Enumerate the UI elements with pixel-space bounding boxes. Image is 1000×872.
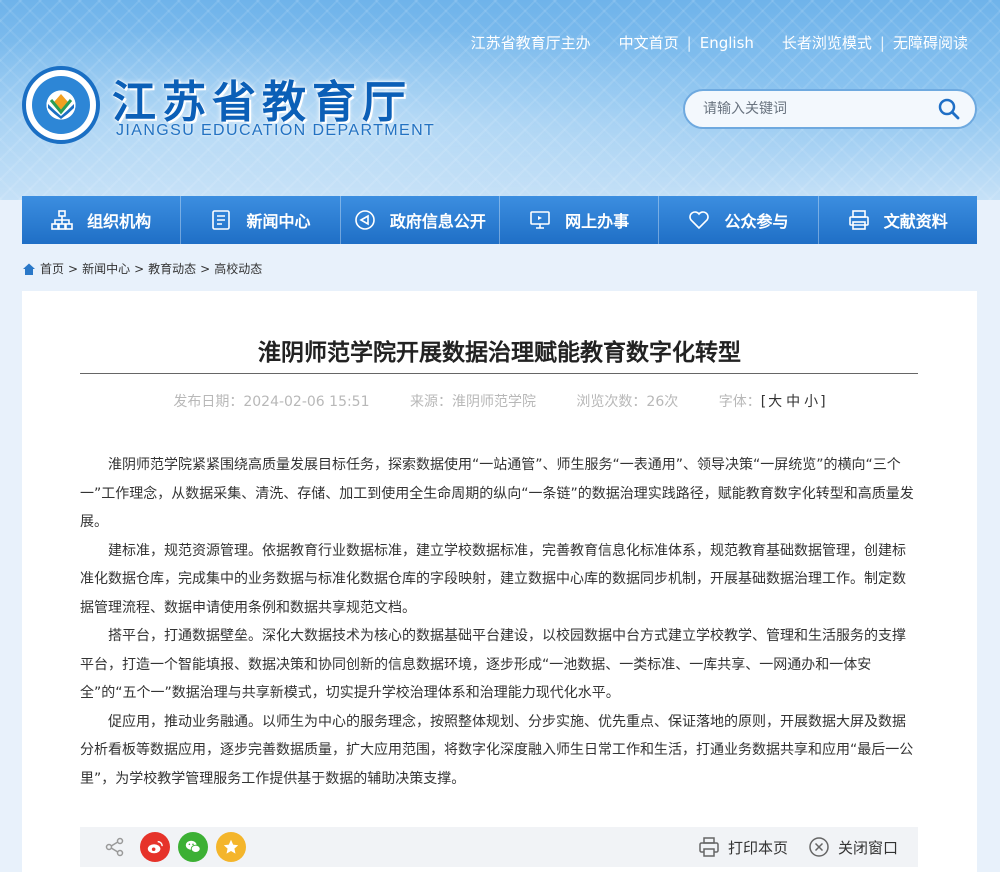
publish-date: 发布日期：2024-02-06 15:51 [173,394,374,410]
article-paragraph: 搭平台，打通数据壁垒。深化大数据技术为核心的数据基础平台建设，以校园数据中台方式… [80,628,906,701]
divider: | [879,33,885,52]
org-chart-icon [51,210,73,230]
heart-icon [689,211,710,230]
font-size-switcher: 字体：[大中小] [718,394,826,410]
home-cn-link[interactable]: 中文首页 [619,32,679,53]
main-nav: 组织机构 新闻中心 政府信息公开 网上办事 公众参与 文献资料 [22,196,977,244]
home-icon [23,263,35,275]
elder-mode-link[interactable]: 长者浏览模式 [782,32,872,53]
print-label: 打印本页 [727,838,788,857]
close-icon [809,837,829,857]
qzone-share-button[interactable] [216,832,246,862]
views-value: 26次 [646,394,679,410]
nav-item-gov-info[interactable]: 政府信息公开 [341,196,500,244]
speaker-icon [355,210,375,230]
nav-label: 组织机构 [87,212,152,231]
weibo-share-button[interactable] [140,832,170,862]
article-panel: 淮阴师范学院开展数据治理赋能教育数字化转型 发布日期：2024-02-06 15… [22,291,977,872]
close-window-button[interactable]: 关闭窗口 [808,836,898,858]
search-input[interactable] [703,101,937,117]
breadcrumb-separator: > [200,261,211,276]
article-meta: 发布日期：2024-02-06 15:51 来源：淮阴师范学院 浏览次数：26次… [22,391,977,411]
views-label: 浏览次数： [576,394,647,410]
article-body: 淮阴师范学院紧紧围绕高质量发展目标任务，探索数据使用“一站通管”、师生服务“一表… [80,451,918,793]
nav-item-organization[interactable]: 组织机构 [22,196,182,244]
site-header: 江苏省教育厅主办 中文首页 | English 长者浏览模式 | 无障碍阅读 江… [0,0,1000,200]
printer-icon [699,837,719,857]
department-logo[interactable] [22,66,100,144]
article-paragraph: 淮阴师范学院紧紧围绕高质量发展目标任务，探索数据使用“一站通管”、师生服务“一表… [80,457,914,530]
english-link[interactable]: English [700,34,754,52]
nav-item-documents[interactable]: 文献资料 [819,196,977,244]
title-divider [80,373,918,374]
print-page-button[interactable]: 打印本页 [698,836,788,858]
source: 来源：淮阴师范学院 [410,394,540,410]
breadcrumb-separator: > [68,261,79,276]
nav-label: 政府信息公开 [389,212,486,231]
font-label: 字体： [718,394,761,410]
nav-label: 新闻中心 [246,212,311,231]
nav-label: 文献资料 [883,212,948,231]
divider: | [686,33,692,52]
monitor-icon [530,211,550,229]
top-links: 江苏省教育厅主办 中文首页 | English 长者浏览模式 | 无障碍阅读 [471,32,968,53]
publish-label: 发布日期： [173,394,244,410]
font-medium-button[interactable]: 中 [784,394,802,410]
star-icon [223,839,239,854]
view-count: 浏览次数：26次 [576,394,682,410]
breadcrumb-education-news[interactable]: 教育动态 [148,260,196,277]
search-icon[interactable] [937,97,961,121]
breadcrumb-separator: > [134,261,145,276]
breadcrumb: 首页 > 新闻中心 > 教育动态 > 高校动态 [22,260,262,277]
publish-date-value: 2024-02-06 15:51 [243,394,370,410]
nav-item-news[interactable]: 新闻中心 [181,196,341,244]
breadcrumb-news-center[interactable]: 新闻中心 [82,260,130,277]
search-box [683,89,977,129]
site-title: 江苏省教育厅 [112,77,412,128]
article-paragraph: 促应用，推动业务融通。以师生为中心的服务理念，按照整体规划、分步实施、优先重点、… [80,713,914,787]
close-label: 关闭窗口 [837,838,898,857]
share-icon [105,837,124,857]
logo-emblem [32,76,90,134]
article-title: 淮阴师范学院开展数据治理赋能教育数字化转型 [258,340,741,366]
source-value: 淮阴师范学院 [451,394,536,410]
share-bar: 打印本页 关闭窗口 [80,827,918,867]
weibo-icon [147,840,163,854]
article-paragraph: 建标准，规范资源管理。依据教育行业数据标准，建立学校数据标准，完善教育信息化标准… [80,542,906,616]
site-subtitle: JIANGSU EDUCATION DEPARTMENT [116,122,436,139]
document-icon [212,210,231,230]
wechat-icon [185,840,201,853]
accessibility-link[interactable]: 无障碍阅读 [893,32,968,53]
sponsor-text: 江苏省教育厅主办 [470,34,591,52]
book-emblem-icon [48,94,74,119]
wechat-share-button[interactable] [178,832,208,862]
breadcrumb-university-news[interactable]: 高校动态 [214,260,262,277]
breadcrumb-home[interactable]: 首页 [40,260,64,277]
source-label: 来源： [409,394,452,410]
nav-item-online-service[interactable]: 网上办事 [500,196,660,244]
printer-icon [848,210,869,230]
nav-item-public-participation[interactable]: 公众参与 [659,196,819,244]
nav-label: 公众参与 [724,212,789,231]
font-small-button[interactable]: 小 [802,394,820,410]
nav-label: 网上办事 [565,212,630,231]
font-large-button[interactable]: 大 [766,394,784,410]
